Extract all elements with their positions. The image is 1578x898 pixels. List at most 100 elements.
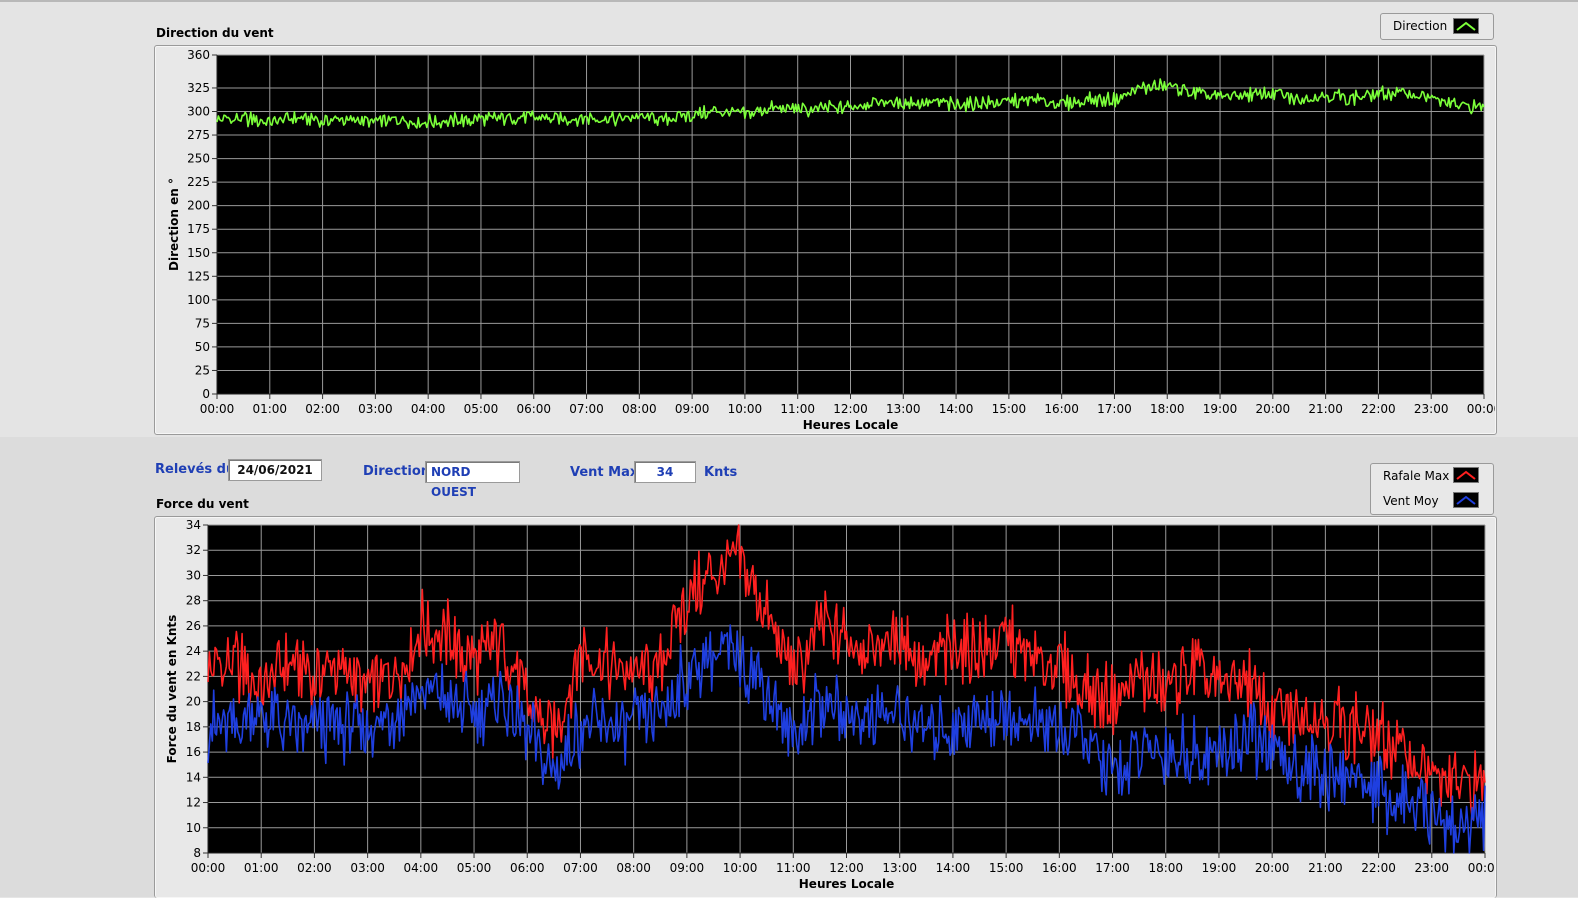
direction-x-tick-label: 04:00 xyxy=(411,402,446,416)
direction-y-tick-label: 300 xyxy=(187,105,210,119)
force-y-axis-title: Force du vent en Knts xyxy=(165,615,179,764)
direction-y-tick-label: 360 xyxy=(187,48,210,62)
force-x-tick-label: 03:00 xyxy=(350,861,385,875)
force-x-tick-label: 01:00 xyxy=(244,861,279,875)
direction-legend[interactable]: Direction xyxy=(1380,13,1494,40)
force-x-tick-label: 00:00 xyxy=(1468,861,1495,875)
force-y-tick-label: 28 xyxy=(186,594,201,608)
direction-x-tick-label: 10:00 xyxy=(728,402,763,416)
direction-x-tick-label: 12:00 xyxy=(833,402,868,416)
direction-swatch-line xyxy=(1456,21,1476,31)
force-x-tick-label: 16:00 xyxy=(1042,861,1077,875)
force-y-tick-label: 14 xyxy=(186,770,201,784)
direction-x-tick-label: 00:00 xyxy=(1467,402,1495,416)
direction-x-tick-label: 16:00 xyxy=(1044,402,1079,416)
direction-y-tick-label: 250 xyxy=(187,152,210,166)
direction-x-tick-label: 22:00 xyxy=(1361,402,1396,416)
direction-x-tick-label: 06:00 xyxy=(516,402,551,416)
force-x-tick-label: 07:00 xyxy=(563,861,598,875)
direction-x-tick-label: 00:00 xyxy=(200,402,235,416)
force-legend[interactable]: Rafale Max Vent Moy xyxy=(1370,463,1494,515)
force-y-tick-label: 12 xyxy=(186,796,201,810)
direction-y-tick-label: 325 xyxy=(187,81,210,95)
direction-x-tick-label: 07:00 xyxy=(569,402,604,416)
force-y-tick-label: 10 xyxy=(186,821,201,835)
vent-moy-swatch-line xyxy=(1456,495,1476,505)
legend-label-rafale-max: Rafale Max xyxy=(1383,469,1450,483)
direction-x-tick-label: 14:00 xyxy=(939,402,974,416)
legend-label-direction: Direction xyxy=(1393,19,1448,33)
direction-chart-title: Direction du vent xyxy=(156,26,274,40)
rafale-swatch-line xyxy=(1456,470,1476,480)
force-y-tick-label: 20 xyxy=(186,695,201,709)
direction-y-tick-label: 200 xyxy=(187,199,210,213)
force-x-tick-label: 23:00 xyxy=(1414,861,1449,875)
direction-field[interactable]: NORD OUEST xyxy=(425,461,520,499)
force-chart-title: Force du vent xyxy=(156,497,249,511)
legend-label-vent-moy: Vent Moy xyxy=(1383,494,1439,508)
direction-x-tick-label: 23:00 xyxy=(1414,402,1449,416)
direction-x-tick-label: 13:00 xyxy=(886,402,921,416)
direction-x-tick-label: 21:00 xyxy=(1308,402,1343,416)
direction-x-tick-label: 05:00 xyxy=(464,402,499,416)
direction-x-tick-label: 20:00 xyxy=(1256,402,1291,416)
force-x-tick-label: 00:00 xyxy=(191,861,226,875)
direction-y-tick-label: 100 xyxy=(187,293,210,307)
force-x-tick-label: 05:00 xyxy=(457,861,492,875)
direction-y-axis-title: Direction en ° xyxy=(167,178,181,271)
force-x-tick-label: 10:00 xyxy=(723,861,758,875)
direction-chart: 0 25 50 75 100 125 150 175 200 225 250 275 300 325 360… xyxy=(167,48,1495,432)
direction-x-tick-label: 02:00 xyxy=(305,402,340,416)
line-swatch-icon xyxy=(1453,467,1479,483)
force-x-tick-label: 14:00 xyxy=(936,861,971,875)
direction-y-tick-label: 125 xyxy=(187,269,210,283)
force-y-tick-label: 34 xyxy=(186,518,201,532)
force-x-tick-label: 17:00 xyxy=(1095,861,1130,875)
force-x-tick-label: 21:00 xyxy=(1308,861,1343,875)
force-y-tick-label: 22 xyxy=(186,669,201,683)
force-x-tick-label: 06:00 xyxy=(510,861,545,875)
direction-y-tick-label: 225 xyxy=(187,175,210,189)
force-x-tick-label: 13:00 xyxy=(882,861,917,875)
direction-x-tick-label: 17:00 xyxy=(1097,402,1132,416)
direction-y-tick-label: 75 xyxy=(195,316,210,330)
direction-y-tick-label: 25 xyxy=(195,363,210,377)
force-x-tick-label: 20:00 xyxy=(1255,861,1290,875)
force-y-tick-label: 30 xyxy=(186,568,201,582)
date-field[interactable]: 24/06/2021 xyxy=(228,459,322,481)
direction-x-tick-label: 11:00 xyxy=(780,402,815,416)
direction-x-tick-label: 18:00 xyxy=(1150,402,1185,416)
force-x-tick-label: 08:00 xyxy=(616,861,651,875)
force-x-axis-title: Heures Locale xyxy=(799,877,894,891)
force-y-tick-label: 26 xyxy=(186,619,201,633)
unit-label: Knts xyxy=(704,465,738,480)
vent-max-label: Vent Max xyxy=(570,465,639,480)
direction-x-axis-title: Heures Locale xyxy=(803,418,898,432)
direction-x-tick-label: 01:00 xyxy=(252,402,287,416)
force-x-tick-label: 09:00 xyxy=(670,861,705,875)
force-y-tick-label: 32 xyxy=(186,543,201,557)
force-y-tick-label: 18 xyxy=(186,720,201,734)
line-swatch-icon xyxy=(1453,492,1479,508)
force-x-tick-label: 11:00 xyxy=(776,861,811,875)
line-swatch-icon xyxy=(1453,18,1479,34)
vent-max-field[interactable]: 34 xyxy=(634,461,696,483)
force-x-tick-label: 15:00 xyxy=(989,861,1024,875)
date-label: Relevés du xyxy=(155,462,236,477)
direction-x-tick-label: 03:00 xyxy=(358,402,393,416)
direction-label: Direction xyxy=(363,464,431,479)
force-x-tick-label: 04:00 xyxy=(404,861,439,875)
direction-y-tick-label: 175 xyxy=(187,222,210,236)
force-x-tick-label: 19:00 xyxy=(1202,861,1237,875)
direction-y-tick-label: 0 xyxy=(202,387,210,401)
direction-x-tick-label: 09:00 xyxy=(675,402,710,416)
force-x-tick-label: 12:00 xyxy=(829,861,864,875)
force-x-tick-label: 22:00 xyxy=(1361,861,1396,875)
direction-y-tick-label: 275 xyxy=(187,128,210,142)
direction-y-tick-label: 50 xyxy=(195,340,210,354)
direction-y-tick-label: 150 xyxy=(187,246,210,260)
force-y-tick-label: 16 xyxy=(186,745,201,759)
direction-x-tick-label: 08:00 xyxy=(622,402,657,416)
force-y-tick-label: 8 xyxy=(193,846,201,860)
force-y-tick-label: 24 xyxy=(186,644,201,658)
